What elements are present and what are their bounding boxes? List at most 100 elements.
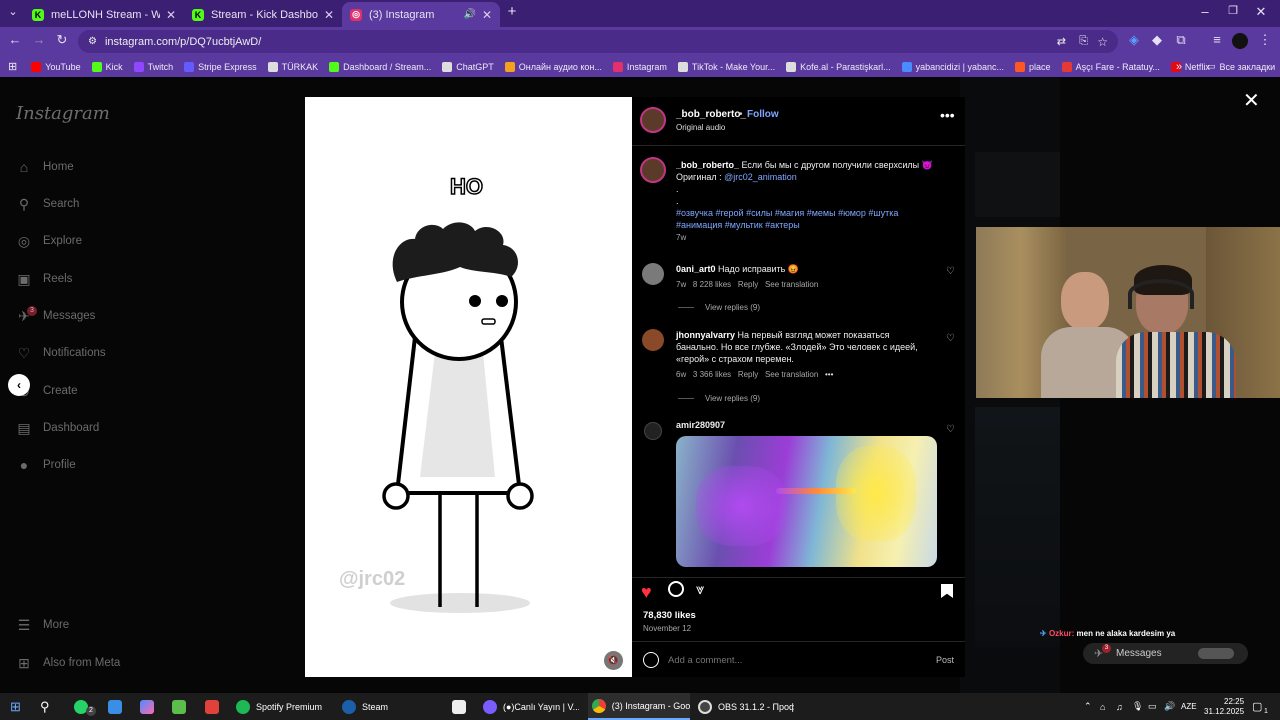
more-options-icon[interactable]: ••• [940,107,955,123]
tab-kick-stream[interactable]: K meLLONH Stream - Watch Live ✕ [24,2,184,27]
commenter-avatar[interactable] [642,263,664,285]
bookmark-item[interactable]: Kick [91,61,123,72]
apps-icon[interactable]: ⊞ [8,60,17,73]
tray-app-icon[interactable]: ♫ [1116,693,1123,720]
all-bookmarks-button[interactable]: ▭ Все закладки [1207,61,1275,72]
extensions-puzzle-icon[interactable]: ⧉ [1172,32,1190,48]
nav-dashboard[interactable]: ▤ Dashboard [16,420,99,436]
caption-hashtags[interactable]: #анимация #мультик #актеры [676,220,800,230]
see-translation-button[interactable]: See translation [765,280,818,289]
comment-username[interactable]: amir280907 [676,419,725,431]
author-avatar[interactable] [640,107,666,133]
author-username[interactable]: _bob_roberto_ [676,109,746,120]
microphone-icon[interactable]: 🎙 [1132,693,1143,720]
nav-notifications[interactable]: ♡ Notifications [16,345,106,361]
profile-avatar[interactable] [1232,33,1248,49]
nav-profile[interactable]: ● Profile [16,457,76,473]
close-icon[interactable]: ✕ [166,8,176,22]
mute-icon[interactable]: 🔇 [604,651,623,670]
address-bar[interactable]: ⚙ instagram.com/p/DQ7ucbtjAwD/ ⇄ ⎘ ☆ [78,30,1118,53]
comment-username[interactable]: 0ani_art0 [676,264,716,274]
add-comment-input[interactable] [668,651,898,669]
follow-button[interactable]: Follow [747,109,779,120]
comment-likes[interactable]: 8 228 likes [693,280,731,289]
bookmark-item[interactable]: ChatGPT [442,61,494,72]
bookmark-item[interactable]: Aşçı Fare - Ratatuy... [1061,61,1160,72]
tab-search-icon[interactable]: ⌄ [4,5,22,18]
bookmarks-more-button[interactable]: » [1176,61,1182,73]
commenter-avatar[interactable] [642,329,664,351]
nav-explore[interactable]: ◎ Explore [16,233,82,249]
language-indicator[interactable]: AZE [1181,693,1197,720]
extension-icon[interactable]: ◆ [1148,32,1166,48]
reply-button[interactable]: Reply [738,280,758,289]
bookmark-item[interactable]: Dashboard / Stream... [329,61,431,72]
close-icon[interactable]: ✕ [324,8,334,22]
view-replies-button[interactable]: View replies (9) [678,394,760,403]
star-icon[interactable]: ☆ [1097,35,1108,49]
save-bookmark-icon[interactable] [941,584,953,598]
caption-source-link[interactable]: @jrc02_animation [724,172,797,182]
minimize-icon[interactable]: – [1196,4,1214,19]
reply-button[interactable]: Reply [738,370,758,379]
tray-app-icon[interactable]: ⌂ [1100,693,1105,720]
comment-like-heart-icon[interactable]: ♡ [946,333,955,344]
tray-chevron-icon[interactable]: ⌃ [1084,693,1092,720]
view-replies-button[interactable]: View replies (9) [678,303,760,312]
notification-icon[interactable]: ▢ [1252,693,1262,720]
messages-pill[interactable]: ✈ 3 Messages [1083,643,1248,664]
likes-count[interactable]: 78,830 likes [643,610,696,621]
post-comment-button[interactable]: Post [936,655,954,665]
translate-icon[interactable]: ⇄ [1057,35,1066,48]
taskbar-obs[interactable]: OBS 31.1.2 - Профі... [698,693,794,720]
comment-gif-image[interactable] [676,436,937,567]
commenter-avatar[interactable] [644,422,662,440]
comment-username[interactable]: jhonnyalvarry [676,330,735,340]
bookmark-item[interactable]: Twitch [133,61,173,72]
window-close-icon[interactable]: ✕ [1252,4,1270,20]
bookmark-item[interactable]: Онлайн аудио кон... [504,61,602,72]
store-icon[interactable] [172,693,192,720]
comment-options-icon[interactable]: ••• [825,370,833,379]
reading-list-icon[interactable]: ≡ [1208,32,1226,47]
clock[interactable]: 22:25 31.12.2025 [1204,693,1244,720]
instagram-logo[interactable]: Instagram [16,103,110,124]
like-heart-icon[interactable]: ♥ [641,582,652,603]
capcut-icon[interactable] [452,693,472,720]
taskbar-instagram[interactable]: (3) Instagram - Goo... [588,693,690,720]
nav-reels[interactable]: ▣ Reels [16,271,72,287]
speaker-icon[interactable]: 🔊 [463,9,475,20]
bookmark-item[interactable]: place [1015,61,1051,72]
caption-username[interactable]: _bob_roberto_ [676,160,739,170]
explorer-icon[interactable] [108,693,128,720]
close-modal-icon[interactable]: ✕ [1243,88,1260,113]
install-icon[interactable]: ⎘ [1079,35,1088,48]
menu-icon[interactable]: ⋮ [1256,32,1274,48]
tab-kick-dashboard[interactable]: K Stream - Kick Dashboard ✕ [184,2,342,27]
bookmark-item[interactable]: TÜRKAK [267,61,318,72]
close-icon[interactable]: ✕ [482,8,492,22]
start-button[interactable]: ⊞ [10,693,21,720]
forward-icon[interactable]: → [30,32,48,47]
copilot-icon[interactable] [140,693,160,720]
bookmark-item[interactable]: YouTube [31,61,81,72]
bookmark-item[interactable]: yabancidizi | yabanc... [901,61,1004,72]
bookmark-item[interactable]: Kofe.al - Parastişkarl... [786,61,891,72]
back-icon[interactable]: ← [6,32,24,47]
taskbar-steam[interactable]: Steam [342,693,438,720]
nav-more[interactable]: ☰ More [16,617,69,633]
restore-icon[interactable]: ❐ [1224,4,1242,17]
bookmark-item[interactable]: Instagram [612,61,667,72]
caption-author-avatar[interactable] [640,157,666,183]
bookmark-item[interactable]: TikTok - Make Your... [677,61,775,72]
tab-instagram[interactable]: ◎ (3) Instagram 🔊 ✕ [342,2,500,27]
nav-search[interactable]: ⚲ Search [16,196,80,212]
new-tab-button[interactable]: + [503,3,521,20]
comment-like-heart-icon[interactable]: ♡ [946,424,955,435]
app-icon[interactable] [205,693,225,720]
bookmark-item[interactable]: Stripe Express [184,61,257,72]
extension-shield-icon[interactable]: ◈ [1125,32,1143,48]
comment-like-heart-icon[interactable]: ♡ [946,266,955,277]
nav-also-from-meta[interactable]: ⊞ Also from Meta [16,655,120,671]
site-info-icon[interactable]: ⚙ [88,36,97,47]
